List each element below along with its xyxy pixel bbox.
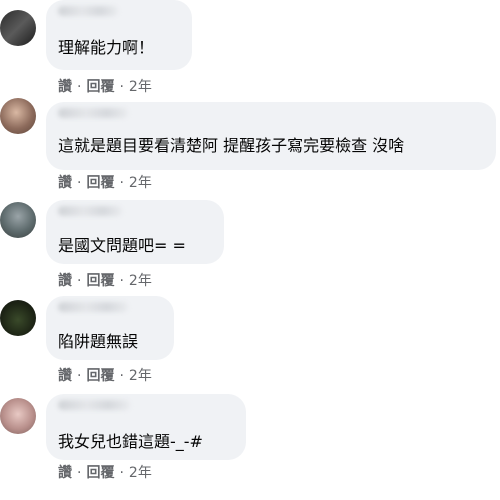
separator: · <box>119 465 124 481</box>
timestamp-link[interactable]: 2年 <box>129 175 152 191</box>
comment-3: 是國文問題吧= = 讚 · 回覆 · 2年 <box>0 196 500 292</box>
comment-text: 是國文問題吧= = <box>58 236 186 255</box>
separator: · <box>119 273 124 289</box>
comment-bubble: 這就是題目要看清楚阿 提醒孩子寫完要檢查 沒啥 <box>46 102 496 170</box>
avatar[interactable] <box>0 98 36 134</box>
timestamp-link[interactable]: 2年 <box>129 273 152 289</box>
comment-actions: 讚 · 回覆 · 2年 <box>58 175 152 191</box>
comment-actions: 讚 · 回覆 · 2年 <box>58 465 152 481</box>
separator: · <box>77 273 82 289</box>
author-name-redacted[interactable] <box>58 6 118 16</box>
separator: · <box>77 368 82 384</box>
comment-bubble: 是國文問題吧= = <box>46 200 224 264</box>
comment-actions: 讚 · 回覆 · 2年 <box>58 368 152 384</box>
reply-link[interactable]: 回覆 <box>86 465 114 481</box>
reply-link[interactable]: 回覆 <box>86 368 114 384</box>
comment-text: 這就是題目要看清楚阿 提醒孩子寫完要檢查 沒啥 <box>58 136 405 155</box>
author-name-redacted[interactable] <box>58 302 128 312</box>
reply-link[interactable]: 回覆 <box>86 273 114 289</box>
comment-actions: 讚 · 回覆 · 2年 <box>58 79 152 95</box>
comment-4: 陷阱題無誤 讚 · 回覆 · 2年 <box>0 292 500 388</box>
like-link[interactable]: 讚 <box>58 368 72 384</box>
reply-link[interactable]: 回覆 <box>86 79 114 95</box>
author-name-redacted[interactable] <box>58 206 122 216</box>
comment-text: 我女兒也錯這題-_-# <box>58 432 203 451</box>
separator: · <box>119 79 124 95</box>
avatar[interactable] <box>0 398 36 434</box>
comment-bubble: 陷阱題無誤 <box>46 296 174 360</box>
comment-actions: 讚 · 回覆 · 2年 <box>58 273 152 289</box>
comment-thread: 理解能力啊！ 讚 · 回覆 · 2年 這就是題目要看清楚阿 提醒孩子寫完要檢查 沒啥 讚… <box>0 0 500 500</box>
avatar[interactable] <box>0 300 36 336</box>
author-name-redacted[interactable] <box>58 108 128 118</box>
comment-bubble: 理解能力啊！ <box>46 0 192 70</box>
avatar[interactable] <box>0 202 36 238</box>
like-link[interactable]: 讚 <box>58 79 72 95</box>
like-link[interactable]: 讚 <box>58 175 72 191</box>
comment-5: 我女兒也錯這題-_-# 讚 · 回覆 · 2年 <box>0 388 500 500</box>
separator: · <box>119 368 124 384</box>
separator: · <box>77 175 82 191</box>
comment-2: 這就是題目要看清楚阿 提醒孩子寫完要檢查 沒啥 讚 · 回覆 · 2年 <box>0 98 500 196</box>
comment-bubble: 我女兒也錯這題-_-# <box>46 394 246 460</box>
timestamp-link[interactable]: 2年 <box>129 79 152 95</box>
like-link[interactable]: 讚 <box>58 465 72 481</box>
comment-1: 理解能力啊！ 讚 · 回覆 · 2年 <box>0 0 500 98</box>
separator: · <box>119 175 124 191</box>
separator: · <box>77 79 82 95</box>
author-name-redacted[interactable] <box>58 400 130 410</box>
comment-text: 陷阱題無誤 <box>58 332 139 351</box>
reply-link[interactable]: 回覆 <box>86 175 114 191</box>
like-link[interactable]: 讚 <box>58 273 72 289</box>
timestamp-link[interactable]: 2年 <box>129 465 152 481</box>
avatar[interactable] <box>0 10 36 46</box>
timestamp-link[interactable]: 2年 <box>129 368 152 384</box>
comment-text: 理解能力啊！ <box>58 38 155 57</box>
separator: · <box>77 465 82 481</box>
